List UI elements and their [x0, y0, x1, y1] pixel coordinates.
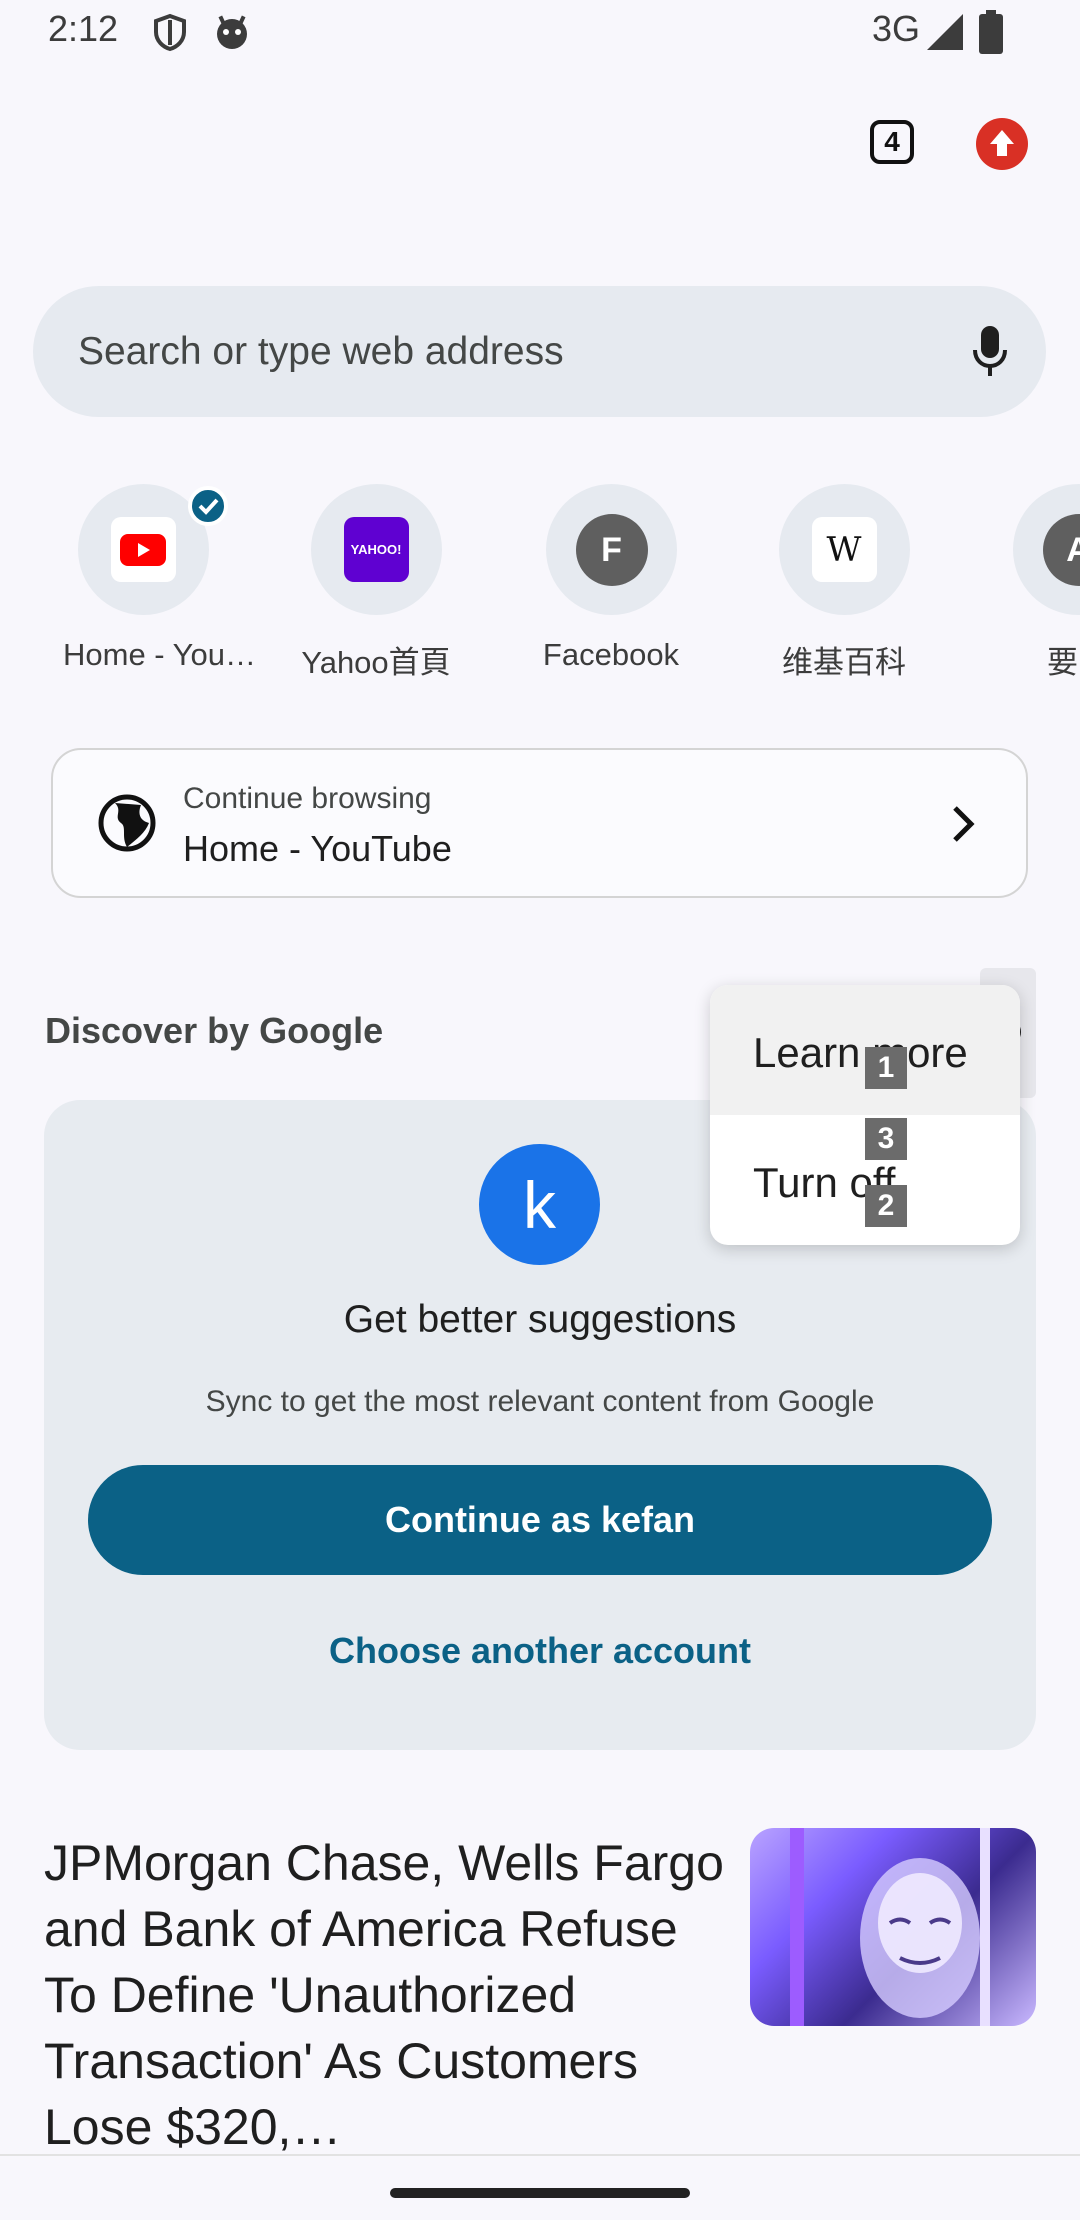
arrow-up-icon [990, 130, 1014, 156]
menu-item-learn-more[interactable]: Learn more 1 [710, 985, 1020, 1115]
shortcut-wikipedia[interactable]: W 维基百科 [764, 484, 924, 682]
network-type: 3G [871, 8, 920, 49]
continue-browsing-card[interactable]: Continue browsing Home - YouTube [51, 748, 1028, 898]
menu-badge: 2 [865, 1185, 907, 1227]
update-button[interactable] [976, 118, 1028, 170]
globe-icon [98, 794, 156, 852]
shortcut-label: Yahoo首頁 [301, 645, 451, 680]
battery-icon [979, 10, 1003, 54]
avatar: k [479, 1144, 600, 1265]
shortcut-label: 要聞 [1047, 645, 1080, 680]
chevron-right-icon [953, 806, 975, 842]
signal-icon [927, 14, 963, 50]
shortcut-facebook[interactable]: F Facebook [531, 484, 691, 673]
yahoo-icon: YAHOO! [343, 517, 409, 582]
status-time: 2:12 [48, 8, 119, 49]
microphone-icon[interactable] [970, 322, 1010, 382]
shortcut-youtube[interactable]: Home - You… [63, 484, 256, 673]
menu-badge: 3 [865, 1118, 907, 1160]
divider [0, 2154, 1080, 2156]
menu-item-label: Learn more [753, 1029, 968, 1076]
shortcut-news[interactable]: A 要聞 [998, 484, 1080, 682]
search-box[interactable]: Search or type web address [33, 286, 1046, 417]
search-placeholder: Search or type web address [78, 330, 564, 373]
article-headline[interactable]: JPMorgan Chase, Wells Fargo and Bank of … [44, 1830, 724, 2160]
discover-menu: Learn more 1 Turn off 3 2 [710, 985, 1020, 1245]
promo-subtitle: Sync to get the most relevant content fr… [205, 1385, 875, 1418]
banknote-portrait-image [790, 1828, 990, 2026]
tab-switcher-button[interactable]: 4 [870, 120, 914, 164]
menu-badge: 1 [865, 1047, 907, 1089]
check-badge-icon [187, 486, 228, 526]
home-gesture-bar[interactable] [390, 2188, 690, 2198]
shortcut-label: Facebook [542, 637, 680, 672]
choose-another-account-link[interactable]: Choose another account [44, 1630, 1036, 1672]
letter-icon: F [575, 514, 648, 586]
shortcut-yahoo[interactable]: YAHOO! Yahoo首頁 [296, 484, 456, 682]
discover-title: Discover by Google [45, 1010, 384, 1051]
shield-icon [154, 13, 186, 52]
menu-item-turn-off[interactable]: Turn off 3 2 [710, 1115, 1020, 1245]
article-thumbnail[interactable] [750, 1828, 1036, 2026]
wikipedia-icon: W [811, 517, 877, 582]
promo-title: Get better suggestions [343, 1298, 737, 1341]
youtube-icon [110, 517, 176, 582]
shortcut-label: 维基百科 [782, 645, 906, 680]
letter-icon: A [1042, 514, 1080, 586]
continue-as-button[interactable]: Continue as kefan [88, 1465, 992, 1575]
continue-title: Home - YouTube [183, 828, 452, 869]
shortcut-label: Home - You… [63, 637, 256, 672]
android-head-icon [217, 15, 247, 49]
continue-heading: Continue browsing [183, 782, 432, 815]
